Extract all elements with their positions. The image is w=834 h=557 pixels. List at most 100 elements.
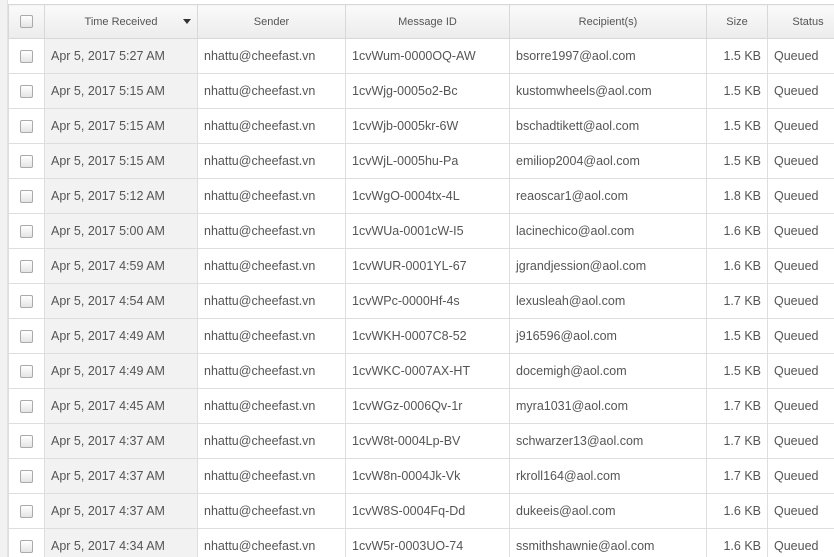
row-select-checkbox[interactable] bbox=[20, 50, 33, 64]
cell-time-received: Apr 5, 2017 5:15 AM bbox=[44, 108, 198, 144]
table-row[interactable]: Apr 5, 2017 4:59 AM nhattu@cheefast.vn 1cv… bbox=[8, 248, 834, 284]
row-select-cell bbox=[8, 388, 45, 424]
column-header-status[interactable]: Status bbox=[767, 4, 834, 39]
cell-sender: nhattu@cheefast.vn bbox=[197, 388, 346, 424]
column-header-message-id[interactable]: Message ID bbox=[345, 4, 510, 39]
table-row[interactable]: Apr 5, 2017 5:15 AM nhattu@cheefast.vn 1cv… bbox=[8, 143, 834, 179]
table-row[interactable]: Apr 5, 2017 4:37 AM nhattu@cheefast.vn 1cv… bbox=[8, 493, 834, 529]
row-select-cell bbox=[8, 248, 45, 284]
cell-size: 1.7 KB bbox=[706, 423, 768, 459]
cell-size: 1.7 KB bbox=[706, 388, 768, 424]
cell-message-id: 1cvWUR-0001YL-67 bbox=[345, 248, 510, 284]
cell-recipient: dukeeis@aol.com bbox=[509, 493, 707, 529]
cell-message-id: 1cvWKC-0007AX-HT bbox=[345, 353, 510, 389]
cell-sender: nhattu@cheefast.vn bbox=[197, 423, 346, 459]
row-select-cell bbox=[8, 178, 45, 214]
row-select-checkbox[interactable] bbox=[20, 190, 33, 204]
row-select-checkbox[interactable] bbox=[20, 260, 33, 274]
table-row[interactable]: Apr 5, 2017 4:45 AM nhattu@cheefast.vn 1cv… bbox=[8, 388, 834, 424]
row-select-checkbox[interactable] bbox=[20, 225, 33, 239]
row-select-checkbox[interactable] bbox=[20, 155, 33, 169]
cell-status: Queued bbox=[767, 213, 834, 249]
cell-time-received: Apr 5, 2017 4:59 AM bbox=[44, 248, 198, 284]
cell-sender: nhattu@cheefast.vn bbox=[197, 178, 346, 214]
cell-message-id: 1cvW8t-0004Lp-BV bbox=[345, 423, 510, 459]
cell-status: Queued bbox=[767, 178, 834, 214]
column-header-time-received[interactable]: Time Received bbox=[44, 4, 198, 39]
cell-sender: nhattu@cheefast.vn bbox=[197, 143, 346, 179]
row-select-checkbox[interactable] bbox=[20, 295, 33, 309]
cell-time-received: Apr 5, 2017 4:37 AM bbox=[44, 423, 198, 459]
table-row[interactable]: Apr 5, 2017 4:34 AM nhattu@cheefast.vn 1cv… bbox=[8, 528, 834, 557]
cell-recipient: bschadtikett@aol.com bbox=[509, 108, 707, 144]
cell-message-id: 1cvW8n-0004Jk-Vk bbox=[345, 458, 510, 494]
cell-status: Queued bbox=[767, 143, 834, 179]
column-header-size[interactable]: Size bbox=[706, 4, 768, 39]
cell-size: 1.7 KB bbox=[706, 283, 768, 319]
row-select-checkbox[interactable] bbox=[20, 470, 33, 484]
table-row[interactable]: Apr 5, 2017 4:49 AM nhattu@cheefast.vn 1cv… bbox=[8, 353, 834, 389]
table-row[interactable]: Apr 5, 2017 5:00 AM nhattu@cheefast.vn 1cv… bbox=[8, 213, 834, 249]
cell-sender: nhattu@cheefast.vn bbox=[197, 493, 346, 529]
column-header-recipients[interactable]: Recipient(s) bbox=[509, 4, 707, 39]
cell-message-id: 1cvWGz-0006Qv-1r bbox=[345, 388, 510, 424]
table-row[interactable]: Apr 5, 2017 5:15 AM nhattu@cheefast.vn 1cv… bbox=[8, 73, 834, 109]
row-select-checkbox[interactable] bbox=[20, 400, 33, 414]
row-select-checkbox[interactable] bbox=[20, 85, 33, 99]
row-select-checkbox[interactable] bbox=[20, 435, 33, 449]
left-gutter bbox=[0, 0, 8, 557]
row-select-checkbox[interactable] bbox=[20, 365, 33, 379]
sort-descending-icon bbox=[183, 19, 191, 24]
cell-recipient: ssmithshawnie@aol.com bbox=[509, 528, 707, 557]
table-row[interactable]: Apr 5, 2017 5:12 AM nhattu@cheefast.vn 1cv… bbox=[8, 178, 834, 214]
table-row[interactable]: Apr 5, 2017 5:27 AM nhattu@cheefast.vn 1cv… bbox=[8, 38, 834, 74]
table-row[interactable]: Apr 5, 2017 4:37 AM nhattu@cheefast.vn 1cv… bbox=[8, 458, 834, 494]
row-select-checkbox[interactable] bbox=[20, 540, 33, 554]
cell-time-received: Apr 5, 2017 5:15 AM bbox=[44, 143, 198, 179]
cell-status: Queued bbox=[767, 283, 834, 319]
column-label: Recipient(s) bbox=[578, 15, 638, 28]
table-row[interactable]: Apr 5, 2017 5:15 AM nhattu@cheefast.vn 1cv… bbox=[8, 108, 834, 144]
column-label: Size bbox=[726, 15, 748, 28]
row-select-checkbox[interactable] bbox=[20, 505, 33, 519]
row-select-cell bbox=[8, 143, 45, 179]
cell-recipient: schwarzer13@aol.com bbox=[509, 423, 707, 459]
cell-time-received: Apr 5, 2017 5:12 AM bbox=[44, 178, 198, 214]
cell-time-received: Apr 5, 2017 4:34 AM bbox=[44, 528, 198, 557]
cell-size: 1.5 KB bbox=[706, 73, 768, 109]
column-header-sender[interactable]: Sender bbox=[197, 4, 346, 39]
cell-message-id: 1cvW5r-0003UO-74 bbox=[345, 528, 510, 557]
table-row[interactable]: Apr 5, 2017 4:54 AM nhattu@cheefast.vn 1cv… bbox=[8, 283, 834, 319]
cell-sender: nhattu@cheefast.vn bbox=[197, 458, 346, 494]
cell-size: 1.5 KB bbox=[706, 353, 768, 389]
cell-message-id: 1cvW8S-0004Fq-Dd bbox=[345, 493, 510, 529]
cell-status: Queued bbox=[767, 423, 834, 459]
cell-recipient: myra1031@aol.com bbox=[509, 388, 707, 424]
cell-sender: nhattu@cheefast.vn bbox=[197, 353, 346, 389]
column-label: Message ID bbox=[398, 15, 457, 28]
cell-recipient: jgrandjession@aol.com bbox=[509, 248, 707, 284]
cell-recipient: reaoscar1@aol.com bbox=[509, 178, 707, 214]
cell-sender: nhattu@cheefast.vn bbox=[197, 283, 346, 319]
cell-time-received: Apr 5, 2017 4:54 AM bbox=[44, 283, 198, 319]
column-label: Time Received bbox=[84, 15, 158, 28]
row-select-checkbox[interactable] bbox=[20, 330, 33, 344]
row-select-cell bbox=[8, 493, 45, 529]
row-select-cell bbox=[8, 108, 45, 144]
cell-time-received: Apr 5, 2017 5:15 AM bbox=[44, 73, 198, 109]
cell-size: 1.8 KB bbox=[706, 178, 768, 214]
cell-message-id: 1cvWgO-0004tx-4L bbox=[345, 178, 510, 214]
row-select-cell bbox=[8, 318, 45, 354]
cell-size: 1.5 KB bbox=[706, 38, 768, 74]
table-row[interactable]: Apr 5, 2017 4:49 AM nhattu@cheefast.vn 1cv… bbox=[8, 318, 834, 354]
cell-sender: nhattu@cheefast.vn bbox=[197, 108, 346, 144]
table-row[interactable]: Apr 5, 2017 4:37 AM nhattu@cheefast.vn 1cv… bbox=[8, 423, 834, 459]
cell-recipient: kustomwheels@aol.com bbox=[509, 73, 707, 109]
cell-sender: nhattu@cheefast.vn bbox=[197, 213, 346, 249]
row-select-checkbox[interactable] bbox=[20, 120, 33, 134]
select-all-header bbox=[8, 4, 45, 39]
cell-status: Queued bbox=[767, 248, 834, 284]
cell-message-id: 1cvWjb-0005kr-6W bbox=[345, 108, 510, 144]
select-all-checkbox[interactable] bbox=[20, 15, 33, 28]
cell-size: 1.5 KB bbox=[706, 143, 768, 179]
